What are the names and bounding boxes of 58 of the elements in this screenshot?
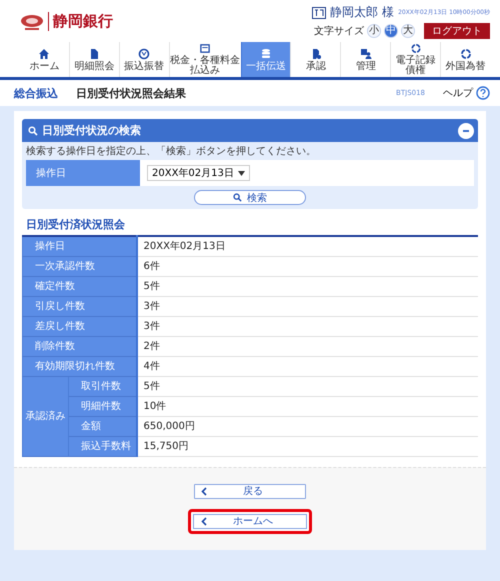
help-link[interactable]: ヘルプ xyxy=(443,86,490,100)
help-icon xyxy=(476,86,490,100)
table-header-cell: 削除件数 xyxy=(22,336,136,356)
font-size-button[interactable]: 小 xyxy=(367,24,381,38)
font-size-label: 文字サイズ xyxy=(314,24,364,38)
font-size-button[interactable]: 中 xyxy=(384,24,398,38)
table-cell: 650,000円 xyxy=(136,416,478,436)
font-size-button[interactable]: 大 xyxy=(401,24,415,38)
search-icon xyxy=(233,193,242,202)
results-title: 日別受付済状況照会 xyxy=(25,217,126,233)
table-header-cell: 金額 xyxy=(68,416,136,436)
table-header-cell: 操作日 xyxy=(22,236,136,256)
home-icon xyxy=(38,48,50,60)
table-cell: 5件 xyxy=(136,376,478,396)
user-badge-icon xyxy=(312,6,326,18)
table-header-cell: 差戻し件数 xyxy=(22,316,136,336)
table-header-cell: 有効期限切れ件数 xyxy=(22,356,136,376)
date-select[interactable]: 20XX年02月13日 xyxy=(147,165,250,181)
page-title: 日別受付状況照会結果 xyxy=(76,86,187,100)
section-title: 総合振込 xyxy=(14,86,58,100)
nav-tab[interactable]: 税金・各種料金払込み xyxy=(168,42,241,77)
table-header-cell: 振込手数料 xyxy=(68,436,136,456)
search-icon xyxy=(28,126,38,136)
field-label: 操作日 xyxy=(26,160,140,186)
document-icon xyxy=(88,48,100,60)
database-icon xyxy=(260,48,272,60)
table-header-cell: 明細件数 xyxy=(68,396,136,416)
group-header-cell: 承認済み xyxy=(22,376,68,456)
cycle-icon xyxy=(410,43,422,54)
chevron-left-icon xyxy=(201,516,207,526)
search-button[interactable]: 検索 xyxy=(194,190,306,205)
dropdown-caret-icon xyxy=(238,170,245,176)
collapse-button[interactable] xyxy=(458,122,474,138)
table-header-cell: 確定件数 xyxy=(22,276,136,296)
table-header-cell: 引戻し件数 xyxy=(22,296,136,316)
table-cell: 10件 xyxy=(136,396,478,416)
table-header-cell: 一次承認件数 xyxy=(22,256,136,276)
navigation-button[interactable]: ホームへ xyxy=(188,508,312,534)
exchange-icon xyxy=(138,48,150,60)
user-name: 静岡太郎 様 xyxy=(330,4,394,21)
person-board-icon xyxy=(360,48,372,60)
table-cell: 3件 xyxy=(136,316,478,336)
table-cell: 20XX年02月13日 xyxy=(136,236,478,256)
table-cell: 5件 xyxy=(136,276,478,296)
instruction-text: 検索する操作日を指定の上、「検索」ボタンを押してください。 xyxy=(25,144,317,159)
logout-button[interactable]: ログアウト xyxy=(424,23,490,39)
navigation-button[interactable]: 戻る xyxy=(194,484,306,498)
table-cell: 6件 xyxy=(136,256,478,276)
table-header-cell: 取引件数 xyxy=(68,376,136,396)
table-cell: 3件 xyxy=(136,296,478,316)
panel-title: 日別受付状況の検索 xyxy=(42,123,142,138)
chevron-left-icon xyxy=(201,486,207,496)
table-cell: 2件 xyxy=(136,336,478,356)
bank-logo-icon xyxy=(20,12,44,30)
bank-name: 静岡銀行 xyxy=(48,12,113,31)
table-cell: 4件 xyxy=(136,356,478,376)
cycle-icon xyxy=(460,48,472,60)
table-cell: 15,750円 xyxy=(136,436,478,456)
